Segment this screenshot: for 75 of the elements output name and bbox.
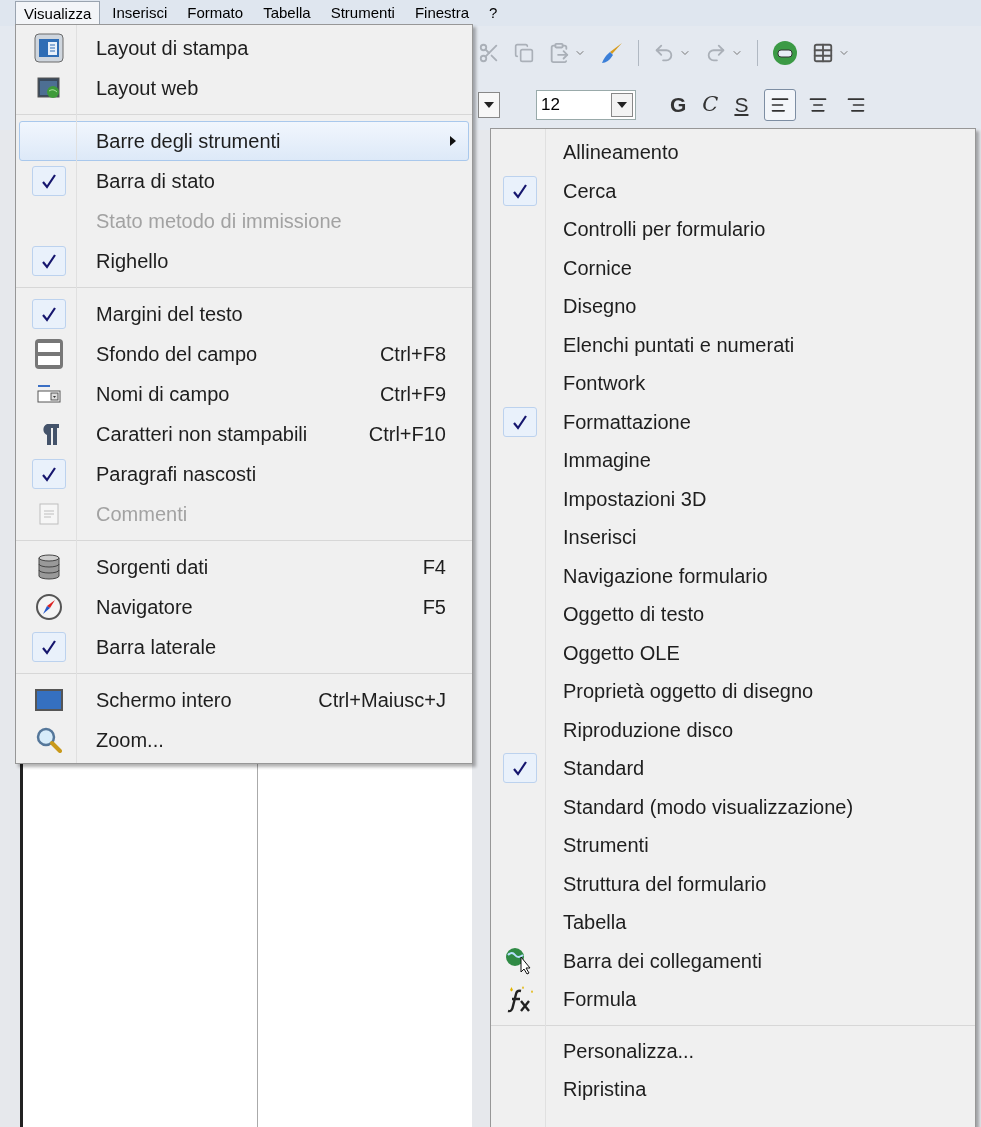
menu-item[interactable]: Barra di stato (19, 161, 469, 201)
menu-item[interactable]: Struttura del formulario (494, 864, 972, 903)
paintbrush-icon[interactable] (600, 41, 624, 65)
field-shading-icon (34, 338, 64, 370)
page-layout-icon (34, 33, 64, 63)
menu-item[interactable]: Personalizza... (494, 1031, 972, 1070)
menu-item[interactable]: Zoom... (19, 720, 469, 760)
menu-item[interactable]: Standard (494, 749, 972, 788)
menu-item[interactable]: Sfondo del campo Ctrl+F8 (19, 334, 469, 374)
table-icon[interactable] (812, 42, 834, 64)
compass-icon (36, 594, 62, 620)
menu-item[interactable]: Allineamento (494, 133, 972, 172)
menu-item[interactable]: Barra laterale (19, 627, 469, 667)
menu-item[interactable]: Disegno (494, 287, 972, 326)
format-button[interactable]: G (670, 89, 687, 121)
comment-icon (39, 503, 59, 525)
font-size-field[interactable]: 12 (536, 90, 636, 120)
dropdown-button[interactable] (478, 92, 500, 118)
menu-item[interactable]: Ripristina (494, 1070, 972, 1109)
database-icon (38, 554, 60, 580)
copy-icon[interactable] (514, 43, 534, 63)
format-button[interactable]: S (734, 89, 749, 121)
menu-bar-item[interactable]: Visualizza (15, 0, 101, 26)
menu-item[interactable]: Controlli per formulario (494, 210, 972, 249)
caret-icon (484, 102, 494, 108)
menu-item[interactable]: Oggetto di testo (494, 595, 972, 634)
menu-item[interactable]: Margini del testo (19, 294, 469, 334)
menu-bar-item[interactable]: Strumenti (322, 1, 403, 25)
menu-item[interactable]: Tabella (494, 903, 972, 942)
menu-bar-item[interactable]: ? (481, 1, 506, 25)
menu-item[interactable]: Riproduzione disco (494, 710, 972, 749)
menu-item[interactable]: Fontwork (494, 364, 972, 403)
menu-item[interactable]: Inserisci (494, 518, 972, 557)
menu-item[interactable]: Barra dei collegamenti (494, 941, 972, 980)
menu-item[interactable]: Cerca (494, 171, 972, 210)
menu-item[interactable]: Standard (modo visualizzazione) (494, 787, 972, 826)
menu-item[interactable]: Righello (19, 241, 469, 281)
menu-item[interactable]: Oggetto OLE (494, 633, 972, 672)
menu-item[interactable]: Formattazione (494, 402, 972, 441)
paste-icon[interactable] (548, 42, 570, 64)
menu-item[interactable]: Layout di stampa (19, 28, 469, 68)
menu-bar-item[interactable]: Inserisci (104, 1, 176, 25)
text-align-icon (846, 95, 867, 115)
search-icon (36, 727, 62, 753)
menu-bar-item[interactable]: Finestra (406, 1, 478, 25)
menu-item[interactable]: Impostazioni 3D (494, 479, 972, 518)
scissors-icon[interactable] (478, 42, 500, 64)
redo-icon[interactable] (705, 42, 727, 64)
text-align-icon (808, 95, 829, 115)
text-align-icon (770, 95, 791, 115)
format-button[interactable]: C (702, 89, 719, 121)
full-screen-icon (34, 688, 64, 712)
menu-item[interactable]: Layout web (19, 68, 469, 108)
menu-item[interactable]: Cornice (494, 248, 972, 287)
menu-item[interactable]: Formula (494, 980, 972, 1019)
menu-item[interactable]: Navigatore F5 (19, 587, 469, 627)
menu-item[interactable]: Sorgenti dati F4 (19, 547, 469, 587)
menu-item[interactable]: Caratteri non stampabili Ctrl+F10 (19, 414, 469, 454)
dropdown-button[interactable] (611, 93, 633, 117)
menu-bar-item[interactable]: Formato (179, 1, 252, 25)
menu-item[interactable]: Strumenti (494, 826, 972, 865)
menu-item[interactable]: Navigazione formulario (494, 556, 972, 595)
menu-item[interactable]: Paragrafi nascosti (19, 454, 469, 494)
field-names-icon (36, 384, 62, 404)
menu-item[interactable]: Proprietà oggetto di disegno (494, 672, 972, 711)
undo-icon[interactable] (653, 42, 675, 64)
menu-item[interactable]: Elenchi puntati e numerati (494, 325, 972, 364)
caret-icon (617, 102, 627, 108)
menu-bar-item[interactable]: Tabella (255, 1, 319, 25)
align-button[interactable] (764, 89, 797, 121)
menu-item[interactable]: Barre degli strumenti (19, 121, 469, 161)
menu-item[interactable]: Schermo intero Ctrl+Maiusc+J (19, 680, 469, 720)
menu-item[interactable]: Nomi di campo Ctrl+F9 (19, 374, 469, 414)
web-page-icon (37, 76, 61, 100)
menu-item[interactable]: Immagine (494, 441, 972, 480)
